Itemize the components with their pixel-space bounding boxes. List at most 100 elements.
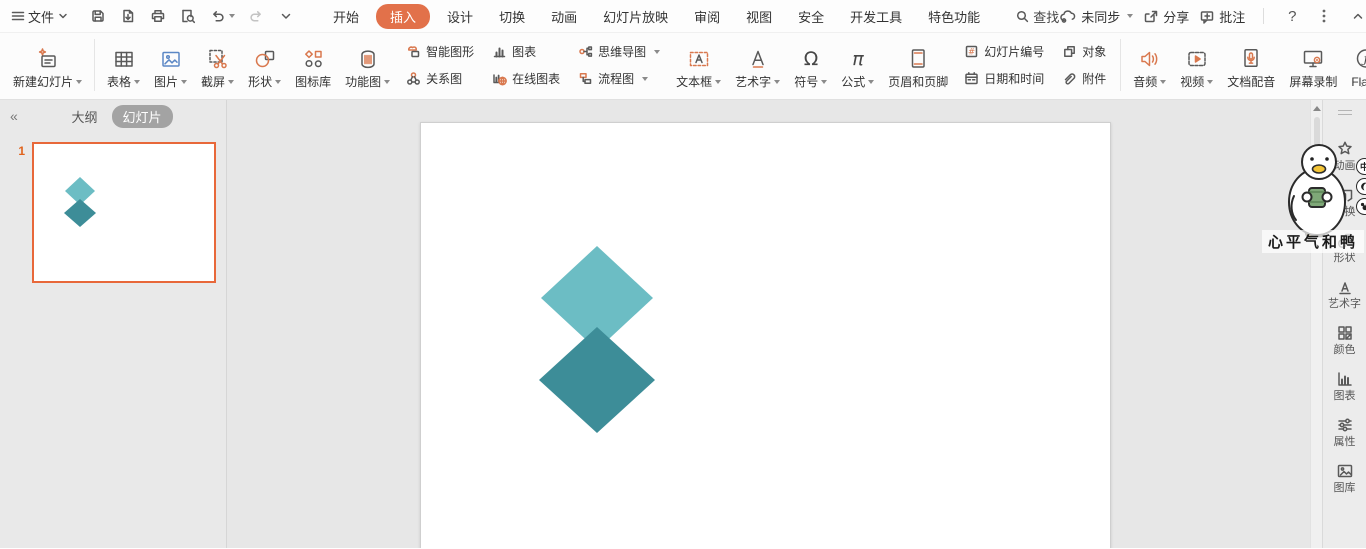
picture-button[interactable]: 图片 <box>147 40 194 91</box>
comment-icon <box>1199 9 1215 24</box>
attachment-button[interactable]: 附件 <box>1057 66 1111 91</box>
main-area: « 大纲 幻灯片 1 <box>0 100 1366 548</box>
svg-text:π: π <box>852 48 864 70</box>
file-menu-label: 文件 <box>28 7 54 26</box>
function-diagram-button[interactable]: 功能图 <box>338 40 397 91</box>
audio-button[interactable]: 音频 <box>1126 40 1173 91</box>
screen-record-button[interactable]: 屏幕录制 <box>1282 40 1344 91</box>
undo-dropdown[interactable] <box>229 14 235 18</box>
header-footer-button[interactable]: 页眉和页脚 <box>881 40 955 91</box>
wordart-button[interactable]: 艺术字 <box>728 40 787 91</box>
sidebar-item-transition[interactable]: 切换 <box>1334 186 1356 218</box>
slide-list-item-1: 1 <box>0 142 226 283</box>
chart-icon <box>492 44 507 59</box>
textbox-icon <box>686 42 712 72</box>
flowchart-icon <box>578 71 593 86</box>
ribbon-overflow-icon[interactable]: › <box>1360 79 1364 91</box>
colors-icon <box>1336 324 1354 342</box>
hamburger-menu-icon[interactable] <box>10 4 26 28</box>
sidebar-item-gallery[interactable]: 图库 <box>1334 462 1356 494</box>
relation-diagram-icon <box>406 71 421 86</box>
sidebar-item-properties[interactable]: 属性 <box>1334 416 1356 448</box>
find-button[interactable]: 查找 <box>1015 7 1059 26</box>
quick-toolbar-more-icon[interactable] <box>274 4 298 28</box>
tab-insert[interactable]: 插入 <box>376 4 430 29</box>
export-pdf-button[interactable] <box>116 4 140 28</box>
print-preview-button[interactable] <box>176 4 200 28</box>
tab-developer[interactable]: 开发工具 <box>841 4 911 29</box>
slide-page[interactable] <box>420 122 1111 548</box>
ribbon-tabs: 开始 插入 设计 切换 动画 幻灯片放映 审阅 视图 安全 开发工具 特色功能 <box>324 4 989 29</box>
widget-zhong[interactable]: 中 <box>1356 158 1366 175</box>
object-button[interactable]: 对象 <box>1057 39 1111 64</box>
screenshot-button[interactable]: 截屏 <box>194 40 241 91</box>
sync-status-button[interactable]: 未同步 <box>1059 7 1133 26</box>
tab-review[interactable]: 审阅 <box>685 4 729 29</box>
more-options-icon[interactable] <box>1312 4 1336 28</box>
sidebar-item-wordart[interactable]: 艺术字 <box>1328 278 1361 310</box>
header-footer-icon <box>905 42 931 72</box>
shapes-button[interactable]: 形状 <box>241 40 288 91</box>
tab-outline[interactable]: 大纲 <box>71 107 97 126</box>
tab-home[interactable]: 开始 <box>324 4 368 29</box>
tab-slides[interactable]: 幻灯片 <box>112 105 173 128</box>
tab-design[interactable]: 设计 <box>438 4 482 29</box>
mind-map-button[interactable]: 思维导图 <box>573 39 665 64</box>
undo-button[interactable] <box>206 4 238 28</box>
picture-icon <box>158 42 184 72</box>
table-button[interactable]: 表格 <box>100 40 147 91</box>
date-time-button[interactable]: 日期和时间 <box>959 66 1049 91</box>
slide-number: 1 <box>0 142 32 283</box>
share-button[interactable]: 分享 <box>1143 7 1189 26</box>
mickey-icon[interactable] <box>1356 198 1366 215</box>
video-icon <box>1184 42 1210 72</box>
wps-presentation-window: 文件 <box>0 0 1366 549</box>
doc-voiceover-button[interactable]: 文档配音 <box>1220 40 1282 91</box>
scroll-up-icon[interactable] <box>1313 106 1321 111</box>
tab-special-features[interactable]: 特色功能 <box>919 4 989 29</box>
editing-canvas[interactable] <box>227 100 1310 548</box>
sidebar-item-colors[interactable]: 颜色 <box>1334 324 1356 356</box>
chart-button[interactable]: 图表 <box>487 39 565 64</box>
flowchart-button[interactable]: 流程图 <box>573 66 665 91</box>
save-button[interactable] <box>86 4 110 28</box>
video-button[interactable]: 视频 <box>1173 40 1220 91</box>
slide-number-button[interactable]: # 幻灯片编号 <box>959 39 1049 64</box>
comment-button[interactable]: 批注 <box>1199 7 1245 26</box>
sidebar-item-animation[interactable]: 动画 <box>1334 140 1356 172</box>
screen-record-icon <box>1300 42 1326 72</box>
tab-transitions[interactable]: 切换 <box>490 4 534 29</box>
slide-thumbnail-1[interactable] <box>32 142 216 283</box>
share-label: 分享 <box>1163 7 1189 26</box>
help-button[interactable]: ? <box>1282 8 1302 25</box>
thumb-diamond-dark <box>64 199 96 227</box>
collapse-panel-button[interactable]: « <box>10 108 28 124</box>
online-chart-button[interactable]: 在线图表 <box>487 66 565 91</box>
moon-icon[interactable] <box>1356 178 1366 195</box>
sidebar-drag-handle[interactable] <box>1338 107 1352 118</box>
symbol-button[interactable]: Ω 符号 <box>787 40 834 91</box>
transition-icon <box>1336 186 1354 204</box>
scrollbar-handle[interactable] <box>1314 117 1320 147</box>
print-button[interactable] <box>146 4 170 28</box>
tab-slideshow[interactable]: 幻灯片放映 <box>594 4 677 29</box>
sidebar-item-chart[interactable]: 图表 <box>1334 370 1356 402</box>
slide-shape-diamond-dark[interactable] <box>539 327 655 433</box>
redo-button <box>244 4 268 28</box>
formula-button[interactable]: π 公式 <box>834 40 881 91</box>
textbox-button[interactable]: 文本框 <box>669 40 728 91</box>
online-chart-icon <box>492 71 507 86</box>
collapse-ribbon-icon[interactable] <box>1346 4 1366 28</box>
icon-library-button[interactable]: 图标库 <box>288 40 338 91</box>
symbol-omega-icon: Ω <box>798 42 824 72</box>
sidebar-item-shapes[interactable]: 形状 <box>1334 232 1356 264</box>
file-menu[interactable]: 文件 <box>28 7 68 26</box>
insert-ribbon: 新建幻灯片 表格 图片 截屏 形状 <box>0 33 1366 100</box>
tab-security[interactable]: 安全 <box>789 4 833 29</box>
smart-graphics-button[interactable]: 智能图形 <box>401 39 479 64</box>
vertical-scrollbar[interactable] <box>1310 100 1322 548</box>
relation-diagram-button[interactable]: 关系图 <box>401 66 479 91</box>
new-slide-button[interactable]: 新建幻灯片 <box>6 40 89 91</box>
tab-view[interactable]: 视图 <box>737 4 781 29</box>
tab-animations[interactable]: 动画 <box>542 4 586 29</box>
